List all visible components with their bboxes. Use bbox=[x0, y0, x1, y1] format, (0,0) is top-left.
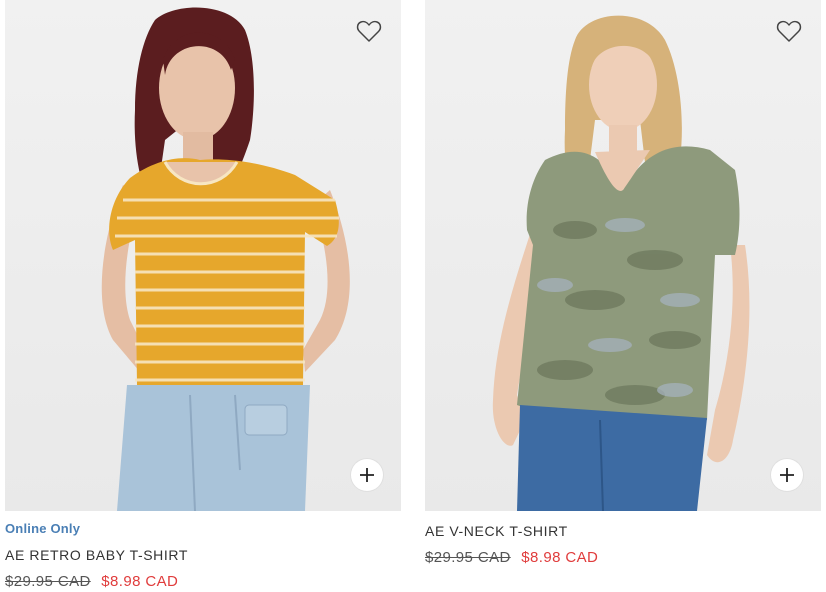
price-row: $29.95 CAD $8.98 CAD bbox=[425, 549, 821, 566]
model-photo bbox=[492, 15, 750, 511]
product-card[interactable]: AE V-NECK T-SHIRT $29.95 CAD $8.98 CAD bbox=[425, 0, 821, 566]
online-only-badge: Online Only bbox=[5, 521, 81, 536]
product-details: Online Only AE RETRO BABY T-SHIRT $29.95… bbox=[5, 511, 401, 590]
price-row: $29.95 CAD $8.98 CAD bbox=[5, 573, 401, 590]
favorite-heart-icon[interactable] bbox=[355, 18, 383, 44]
model-photo bbox=[101, 7, 350, 511]
product-name[interactable]: AE RETRO BABY T-SHIRT bbox=[5, 547, 401, 565]
original-price: $29.95 CAD bbox=[425, 549, 511, 566]
quick-add-plus-icon[interactable] bbox=[351, 459, 383, 491]
product-details: AE V-NECK T-SHIRT $29.95 CAD $8.98 CAD bbox=[425, 511, 821, 566]
product-image[interactable] bbox=[425, 0, 821, 511]
product-image[interactable] bbox=[5, 0, 401, 511]
favorite-heart-icon[interactable] bbox=[775, 18, 803, 44]
product-name[interactable]: AE V-NECK T-SHIRT bbox=[425, 523, 821, 541]
quick-add-plus-icon[interactable] bbox=[771, 459, 803, 491]
sale-price: $8.98 CAD bbox=[521, 549, 599, 566]
product-card[interactable]: Online Only AE RETRO BABY T-SHIRT $29.95… bbox=[5, 0, 401, 590]
original-price: $29.95 CAD bbox=[5, 573, 91, 590]
sale-price: $8.98 CAD bbox=[101, 573, 179, 590]
